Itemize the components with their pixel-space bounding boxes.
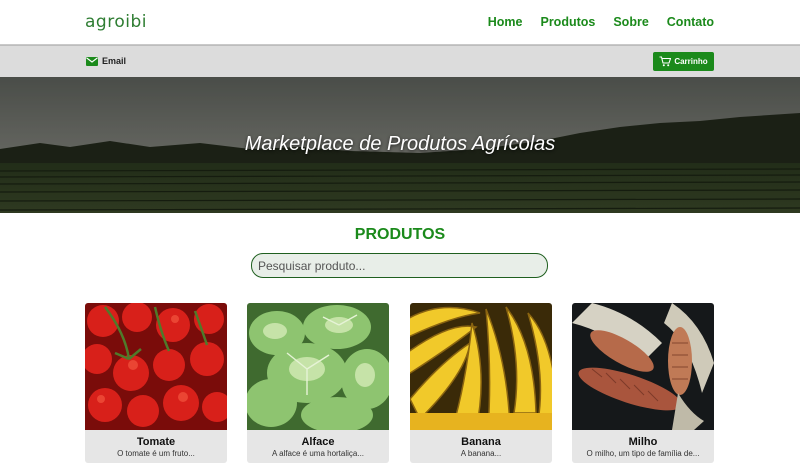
email-link[interactable]: Email bbox=[86, 56, 126, 66]
product-description: O tomate é um fruto... bbox=[117, 449, 195, 458]
product-description: A banana... bbox=[460, 449, 502, 458]
nav-contato[interactable]: Contato bbox=[667, 15, 714, 29]
corn-image bbox=[572, 303, 714, 430]
nav-home[interactable]: Home bbox=[488, 15, 523, 29]
email-icon bbox=[86, 56, 98, 66]
hero-title: Marketplace de Produtos Agrícolas bbox=[244, 133, 556, 155]
logo[interactable]: agroibi bbox=[85, 12, 147, 32]
product-card-tomate[interactable]: Tomate O tomate é um fruto... bbox=[85, 303, 227, 463]
nav-sobre[interactable]: Sobre bbox=[613, 15, 648, 29]
cart-label: Carrinho bbox=[674, 57, 708, 66]
product-card-banana[interactable]: Banana A banana... bbox=[410, 303, 552, 463]
product-name: Tomate bbox=[136, 436, 176, 448]
product-card-alface[interactable]: Alface A alface é uma hortaliça... bbox=[247, 303, 389, 463]
navbar: agroibi Home Produtos Sobre Contato bbox=[0, 0, 800, 45]
tomato-image bbox=[85, 303, 227, 430]
lettuce-image bbox=[247, 303, 389, 430]
product-description: A alface é uma hortaliça... bbox=[271, 449, 365, 458]
email-label: Email bbox=[102, 56, 127, 66]
product-card-milho[interactable]: Milho O milho, um tipo de família de... bbox=[572, 303, 714, 463]
cart-icon bbox=[659, 56, 672, 67]
product-name: Alface bbox=[301, 436, 335, 448]
cart-button[interactable]: Carrinho bbox=[653, 52, 714, 71]
nav-produtos[interactable]: Produtos bbox=[540, 15, 595, 29]
product-search-input[interactable] bbox=[251, 253, 548, 278]
products-title: PRODUTOS bbox=[354, 226, 446, 243]
banana-image bbox=[410, 303, 552, 430]
contact-bar: Email Carrinho bbox=[0, 45, 800, 77]
product-name: Banana bbox=[461, 436, 501, 448]
hero-banner: Marketplace de Produtos Agrícolas bbox=[0, 77, 800, 213]
main-nav: Home Produtos Sobre Contato bbox=[488, 15, 714, 29]
logo-text: agroibi bbox=[85, 12, 147, 32]
product-description: O milho, um tipo de família de... bbox=[586, 449, 700, 458]
product-name: Milho bbox=[628, 436, 658, 448]
